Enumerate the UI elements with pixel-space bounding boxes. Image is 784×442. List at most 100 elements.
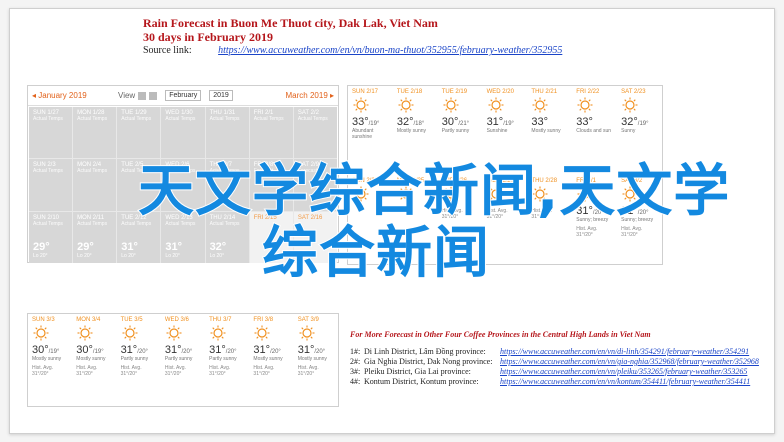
calendar-day-cell[interactable]: FRI 2/15 [249,211,293,263]
day-low-temp: /20° [137,349,148,355]
calendar-day-cell[interactable]: WED 2/13 Actual Temps 31° Lo 20° [161,211,205,263]
calendar-left-panel: ◂ January 2019 View February 2019 March … [27,85,339,263]
day-historical-avg: Hist. Avg. 31°/20° [531,208,553,220]
calendar-day-cell[interactable]: TUE 1/29 Actual Temps [117,107,161,159]
forecast-day-cell[interactable]: SAT 2/23 32°/19° Sunny [617,86,662,175]
calendar-day-cell[interactable]: SUN 2/3 Actual Temps [29,159,73,211]
province-row: 3#: Pleiku District, Gia Lai province: htt… [350,367,770,377]
day-subtitle: Actual Temps [209,220,240,227]
day-temperature: 31°/20° [297,344,326,356]
source-link[interactable]: https://www.accuweather.com/en/vn/buon-m… [218,45,562,56]
day-temperature: 31° [121,240,138,253]
province-link[interactable]: https://www.accuweather.com/en/vn/di-lin… [500,347,749,357]
day-description: Mostly sunny [76,356,106,362]
day-subtitle: Actual Temps [209,168,240,175]
forecast-day-cell[interactable]: SUN 3/3 30°/19° Mostly sunny Hist. Avg. 31°… [28,314,72,406]
forecast-day-cell[interactable]: THU 2/21 33° Mostly sunny [527,86,572,175]
day-historical-avg: Hist. Avg. 31°/20° [164,365,186,377]
sun-icon [577,97,593,113]
forecast-day-cell[interactable]: SAT 3/9 31°/20° Mostly sunny Hist. Avg. 31°… [294,314,338,406]
calendar-day-cell[interactable]: SAT 2/16 [293,211,337,263]
sun-icon [398,186,414,202]
forecast-day-cell[interactable]: SUN 2/17 33°/19° Abundant sunshine [348,86,393,175]
province-link[interactable]: https://www.accuweather.com/en/vn/gia-ng… [500,357,759,367]
sun-icon [122,325,138,341]
calendar-day-cell[interactable]: THU 1/31 Actual Temps [205,107,249,159]
calendar-day-cell[interactable]: TUE 2/12 Actual Temps 31° Lo 20° [117,211,161,263]
day-description: Mostly sunny [32,356,62,362]
day-subtitle: Actual Temps [165,168,196,175]
calendar-day-cell[interactable]: MON 2/11 Actual Temps 29° Lo 20° [73,211,117,263]
day-name: MON 2/25 [396,178,425,184]
day-temperature: 30°/21° [441,116,470,128]
day-description: Mostly sunny [396,128,427,134]
province-link[interactable]: https://www.accuweather.com/en/vn/pleiku… [500,367,747,377]
day-low-temp: /20° [314,349,326,355]
calendar-day-cell[interactable]: MON 2/4 Actual Temps [73,159,117,211]
day-temperature: 31°/20° [253,344,281,356]
forecast-day-cell[interactable]: TUE 2/18 32°/18° Mostly sunny [393,86,438,175]
forecast-day-cell[interactable]: WED 2/20 31°/19° Sunshine [483,86,528,175]
day-temperature: 33°/19° [352,116,380,128]
forecast-day-cell[interactable]: SUN 2/24 [348,175,393,264]
calendar-day-cell[interactable]: SAT 2/9 Forecast [293,159,337,211]
prev-month-link[interactable]: ◂ January 2019 [32,91,110,100]
day-description: Mostly sunny [297,356,327,362]
day-low-temp: /20° [270,349,281,355]
forecast-day-cell[interactable]: TUE 2/19 30°/21° Partly sunny [438,86,483,175]
forecast-day-cell[interactable]: WED 3/6 31°/20° Partly sunny Hist. Avg. 31°… [161,314,205,406]
forecast-day-cell[interactable]: FRI 2/22 33° Clouds and sun [572,86,617,175]
sun-icon [77,325,93,341]
province-link[interactable]: https://www.accuweather.com/en/vn/kontum… [500,377,750,387]
day-description: Sunny; breezy [621,217,654,223]
forecast-day-cell[interactable]: THU 2/28 Hist. Avg. 31°/20° [527,175,572,264]
forecast-day-cell[interactable]: MON 2/25 [393,175,438,264]
forecast-day-cell[interactable]: FRI 3/8 31°/20° Mostly sunny Hist. Avg. 31°… [249,314,293,406]
day-historical-avg: Hist. Avg. 31°/20° [120,365,142,377]
calendar-day-cell[interactable]: SUN 2/10 Actual Temps 29° Lo 20° [29,211,73,263]
month-select[interactable]: February [165,90,202,101]
sun-icon [166,325,182,341]
day-subtitle: Actual Temps [33,168,63,175]
calendar-day-cell[interactable]: FRI 2/1 Actual Temps [249,107,293,159]
forecast-day-cell[interactable]: TUE 2/26 Hist. Avg. 31°/20° [438,175,483,264]
calendar-day-cell[interactable]: WED 1/30 Actual Temps [161,107,205,159]
day-historical-avg: Hist. Avg. 31°/20° [297,365,319,377]
day-name: SAT 2/16 [297,214,323,221]
calendar-day-cell[interactable]: WED 2/6 Actual Temps [161,159,205,211]
list-view-icon[interactable] [149,91,158,100]
forecast-day-cell[interactable]: SAT 3/2 31°/20° Sunny; breezy Hist. Avg. 31… [617,175,662,264]
day-description: Mostly sunny [531,128,561,134]
forecast-day-cell[interactable]: FRI 3/1 31°/20° Sunny; breezy Hist. Avg. 31… [572,175,617,264]
day-description: Abundant sunshine [352,128,374,140]
calendar-day-cell[interactable]: TUE 2/5 Actual Temps [117,159,161,211]
sun-icon [622,97,638,113]
calendar-day-cell[interactable]: MON 1/28 Actual Temps [73,107,117,159]
forecast-day-cell[interactable]: MON 3/4 30°/19° Mostly sunny Hist. Avg. 31°… [72,314,116,406]
day-description: Sunshine [486,128,508,134]
calendar-day-cell[interactable]: THU 2/14 Actual Temps 32° Lo 20° [205,211,249,263]
year-select[interactable]: 2019 [209,90,233,101]
forecast-day-cell[interactable]: THU 3/7 31°/20° Partly sunny Hist. Avg. 31°… [205,314,249,406]
day-historical-avg: Hist. Avg. 31°/20° [621,226,643,238]
forecast-day-cell[interactable]: TUE 3/5 31°/20° Partly sunny Hist. Avg. 31°… [117,314,161,406]
calendar-day-cell[interactable]: SAT 2/2 Actual Temps [293,107,337,159]
calendar-day-cell[interactable]: FRI 2/8 Forecast [249,159,293,211]
calendar-day-cell[interactable]: SUN 1/27 Actual Temps [29,107,73,159]
day-subtitle: Actual Temps [33,220,63,227]
calendar-bottom-panel: SUN 3/3 30°/19° Mostly sunny Hist. Avg. 31°… [27,313,339,407]
forecast-day-cell[interactable]: WED 2/27 Hist. Avg. 31°/20° [483,175,528,264]
province-row: 2#: Gia Nghia District, Dak Nong province… [350,357,770,367]
day-name: THU 2/21 [531,89,558,95]
next-month-link[interactable]: March 2019 ▸ [286,91,334,100]
day-historical-avg: Hist. Avg. 31°/20° [486,208,508,220]
day-low-temp: /19° [92,349,104,355]
day-low: Lo 20° [33,252,48,259]
province-number: 4#: [350,377,361,386]
day-subtitle: Actual Temps [121,168,152,175]
day-name: FRI 2/22 [576,89,600,95]
sun-icon [398,97,414,113]
grid-view-icon[interactable] [138,91,147,100]
calendar-day-cell[interactable]: THU 2/7 Actual Temps [205,159,249,211]
sun-icon [299,325,315,341]
